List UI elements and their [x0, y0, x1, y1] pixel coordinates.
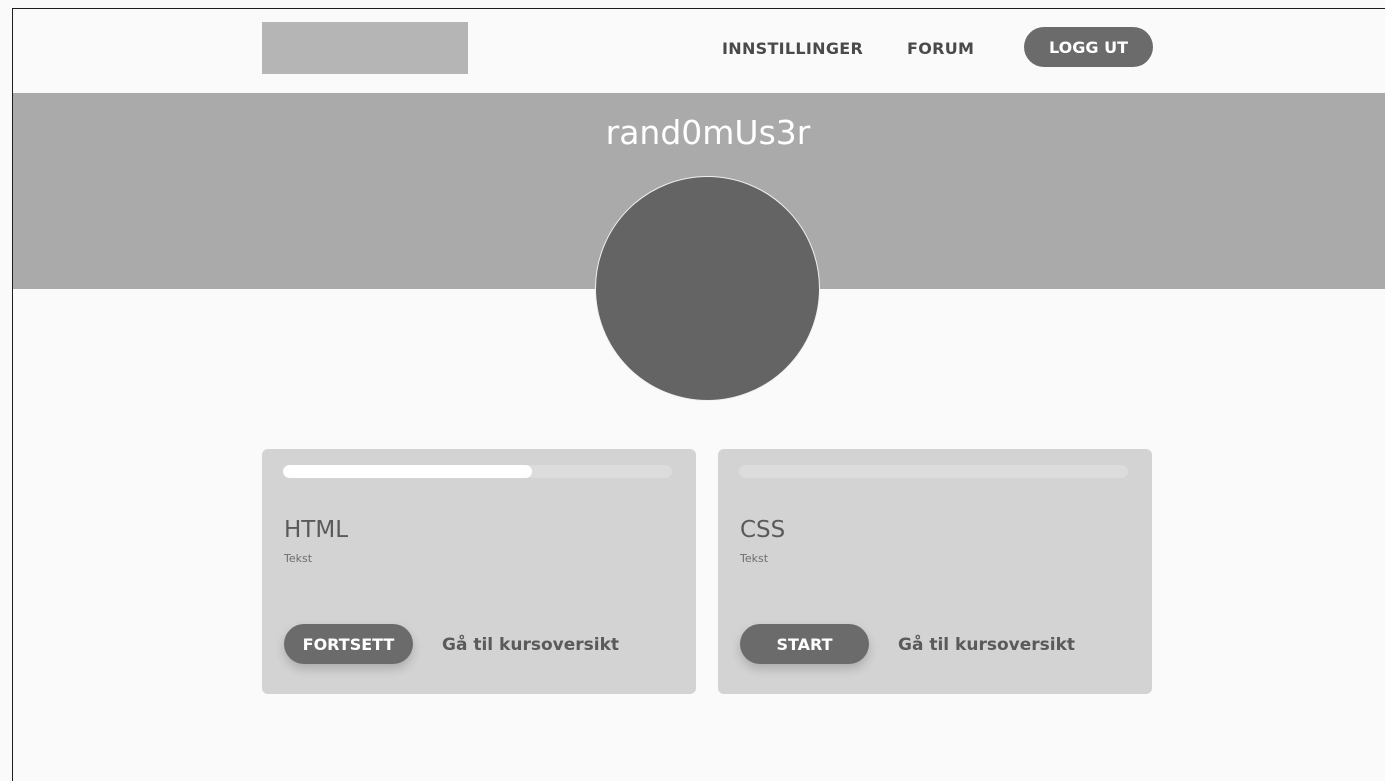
- course-card-css: CSS Tekst START Gå til kursoversikt: [718, 449, 1152, 694]
- profile-username: rand0mUs3r: [605, 113, 811, 152]
- course-overview-link[interactable]: Gå til kursoversikt: [442, 635, 619, 655]
- course-overview-link[interactable]: Gå til kursoversikt: [898, 635, 1075, 655]
- logo-placeholder[interactable]: [262, 22, 468, 74]
- course-title: CSS: [740, 517, 786, 543]
- progress-bar: [283, 465, 672, 478]
- course-description: Tekst: [740, 552, 769, 565]
- continue-button[interactable]: FORTSETT: [284, 624, 413, 664]
- logout-button[interactable]: LOGG UT: [1024, 27, 1153, 67]
- progress-bar-fill: [283, 465, 532, 478]
- course-title: HTML: [284, 517, 349, 543]
- progress-bar: [739, 465, 1128, 478]
- nav-settings-link[interactable]: INNSTILLINGER: [722, 39, 863, 58]
- profile-avatar: [595, 176, 820, 401]
- nav-forum-link[interactable]: FORUM: [907, 39, 974, 58]
- app-frame: INNSTILLINGER FORUM LOGG UT rand0mUs3r H…: [12, 8, 1385, 781]
- course-description: Tekst: [284, 552, 313, 565]
- course-card-html: HTML Tekst FORTSETT Gå til kursoversikt: [262, 449, 696, 694]
- start-button[interactable]: START: [740, 624, 869, 664]
